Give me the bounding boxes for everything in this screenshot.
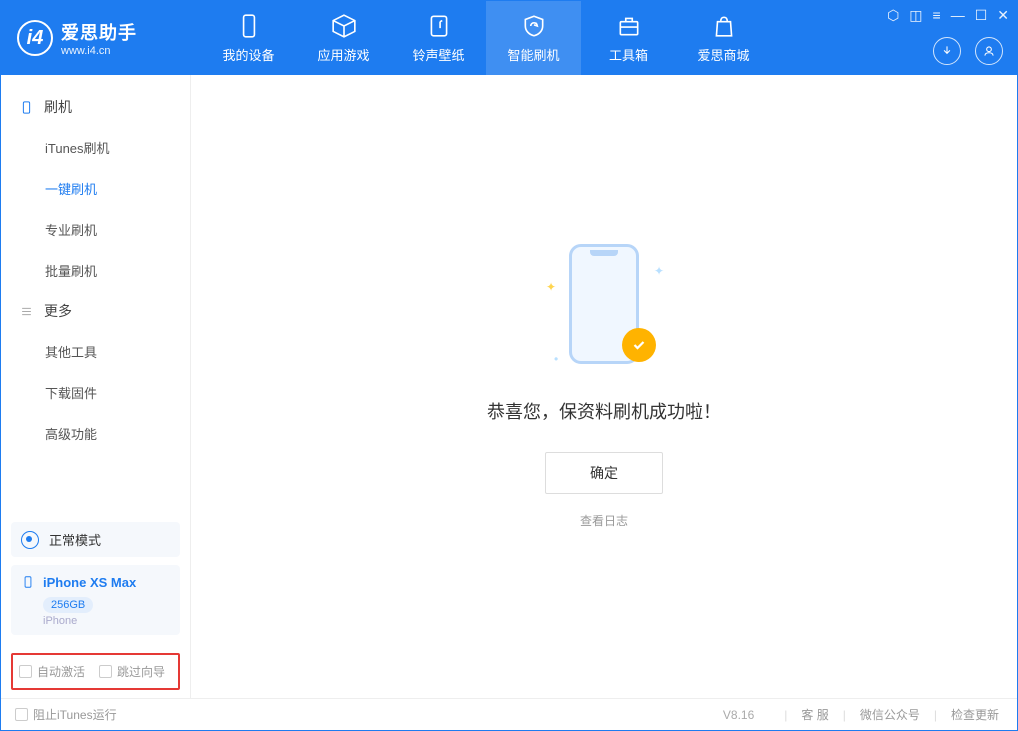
checkmark-badge-icon [622,328,656,362]
sparkle-icon: ✦ [546,280,556,294]
sparkle-icon: ✦ [654,264,664,278]
sidebar-section-flash: 刷机 [1,87,190,127]
device-capacity: 256GB [43,597,93,613]
sidebar-item-download-firmware[interactable]: 下载固件 [1,372,190,413]
version-label: V8.16 [723,708,754,722]
mode-label: 正常模式 [49,530,101,549]
sidebar-item-pro-flash[interactable]: 专业刷机 [1,209,190,250]
checkbox-skip-guide[interactable]: 跳过向导 [99,663,165,680]
lock-icon[interactable]: ◫ [909,7,922,24]
main-content: ✦ ✦ • 恭喜您，保资料刷机成功啦！ 确定 查看日志 [191,75,1017,698]
tab-label: 智能刷机 [507,45,559,64]
music-file-icon [426,13,452,39]
footer-wechat-link[interactable]: 微信公众号 [856,706,924,723]
titlebar-right-icons [933,37,1003,65]
device-box[interactable]: iPhone XS Max 256GB iPhone [11,565,180,635]
tab-label: 爱思商城 [697,45,749,64]
tab-ringtone[interactable]: 铃声壁纸 [391,1,486,75]
logo-area: i4 爱思助手 www.i4.cn [1,19,201,57]
device-panel: 正常模式 iPhone XS Max 256GB iPhone [11,522,180,643]
body: 刷机 iTunes刷机 一键刷机 专业刷机 批量刷机 更多 其他工具 下载固件 … [1,75,1017,698]
tab-my-device[interactable]: 我的设备 [201,1,296,75]
separator: | [784,708,787,722]
mode-box[interactable]: 正常模式 [11,522,180,557]
tab-label: 我的设备 [222,45,274,64]
app-window: i4 爱思助手 www.i4.cn 我的设备 应用游戏 铃声壁纸 智能刷机 [0,0,1018,731]
sidebar: 刷机 iTunes刷机 一键刷机 专业刷机 批量刷机 更多 其他工具 下载固件 … [1,75,191,698]
refresh-shield-icon [521,13,547,39]
footer: 阻止iTunes运行 V8.16 | 客 服 | 微信公众号 | 检查更新 [1,698,1017,730]
tab-flash[interactable]: 智能刷机 [486,1,581,75]
tab-apps[interactable]: 应用游戏 [296,1,391,75]
tab-store[interactable]: 爱思商城 [676,1,771,75]
sidebar-item-oneclick-flash[interactable]: 一键刷机 [1,168,190,209]
app-subtitle: www.i4.cn [61,45,137,57]
user-button[interactable] [975,37,1003,65]
ok-button[interactable]: 确定 [545,452,663,494]
checkbox-label: 阻止iTunes运行 [33,706,117,723]
section-label: 更多 [44,301,72,321]
phone-outline-icon [19,100,34,115]
checkbox-block-itunes[interactable]: 阻止iTunes运行 [15,706,117,723]
logo-icon: i4 [17,20,53,56]
options-row-highlighted: 自动激活 跳过向导 [11,653,180,690]
sidebar-item-batch-flash[interactable]: 批量刷机 [1,250,190,291]
checkbox-icon [19,665,32,678]
bag-icon [711,13,737,39]
device-icon [21,573,35,591]
checkbox-icon [15,708,28,721]
close-button[interactable]: ✕ [997,7,1009,24]
separator: | [843,708,846,722]
shirt-icon[interactable]: ⬡ [887,7,899,24]
success-message: 恭喜您，保资料刷机成功啦！ [487,398,721,424]
tab-label: 应用游戏 [317,45,369,64]
checkbox-label: 跳过向导 [117,663,165,680]
download-button[interactable] [933,37,961,65]
list-icon [19,304,34,319]
titlebar: i4 爱思助手 www.i4.cn 我的设备 应用游戏 铃声壁纸 智能刷机 [1,1,1017,75]
maximize-button[interactable]: ☐ [975,7,988,24]
view-log-link[interactable]: 查看日志 [580,512,628,529]
sidebar-section-more: 更多 [1,291,190,331]
mode-icon [21,531,39,549]
sidebar-item-itunes-flash[interactable]: iTunes刷机 [1,127,190,168]
toolbox-icon [616,13,642,39]
sidebar-item-advanced[interactable]: 高级功能 [1,413,190,454]
app-title: 爱思助手 [61,19,137,45]
top-tabs: 我的设备 应用游戏 铃声壁纸 智能刷机 工具箱 爱思商城 [201,1,771,75]
checkbox-icon [99,665,112,678]
logo-text: 爱思助手 www.i4.cn [61,19,137,57]
minimize-button[interactable]: — [951,7,965,24]
tab-label: 铃声壁纸 [412,45,464,64]
device-type: iPhone [43,615,170,627]
checkbox-label: 自动激活 [37,663,85,680]
footer-update-link[interactable]: 检查更新 [947,706,1003,723]
device-name: iPhone XS Max [43,575,136,590]
cube-icon [331,13,357,39]
tab-label: 工具箱 [609,45,648,64]
menu-icon[interactable]: ≡ [933,7,941,24]
tab-toolbox[interactable]: 工具箱 [581,1,676,75]
success-illustration: ✦ ✦ • [544,244,664,374]
checkbox-auto-activate[interactable]: 自动激活 [19,663,85,680]
sparkle-icon: • [554,352,558,366]
phone-icon [236,13,262,39]
window-controls: ⬡ ◫ ≡ — ☐ ✕ [887,7,1009,24]
separator: | [934,708,937,722]
section-label: 刷机 [44,97,72,117]
sidebar-item-other-tools[interactable]: 其他工具 [1,331,190,372]
footer-support-link[interactable]: 客 服 [797,706,832,723]
